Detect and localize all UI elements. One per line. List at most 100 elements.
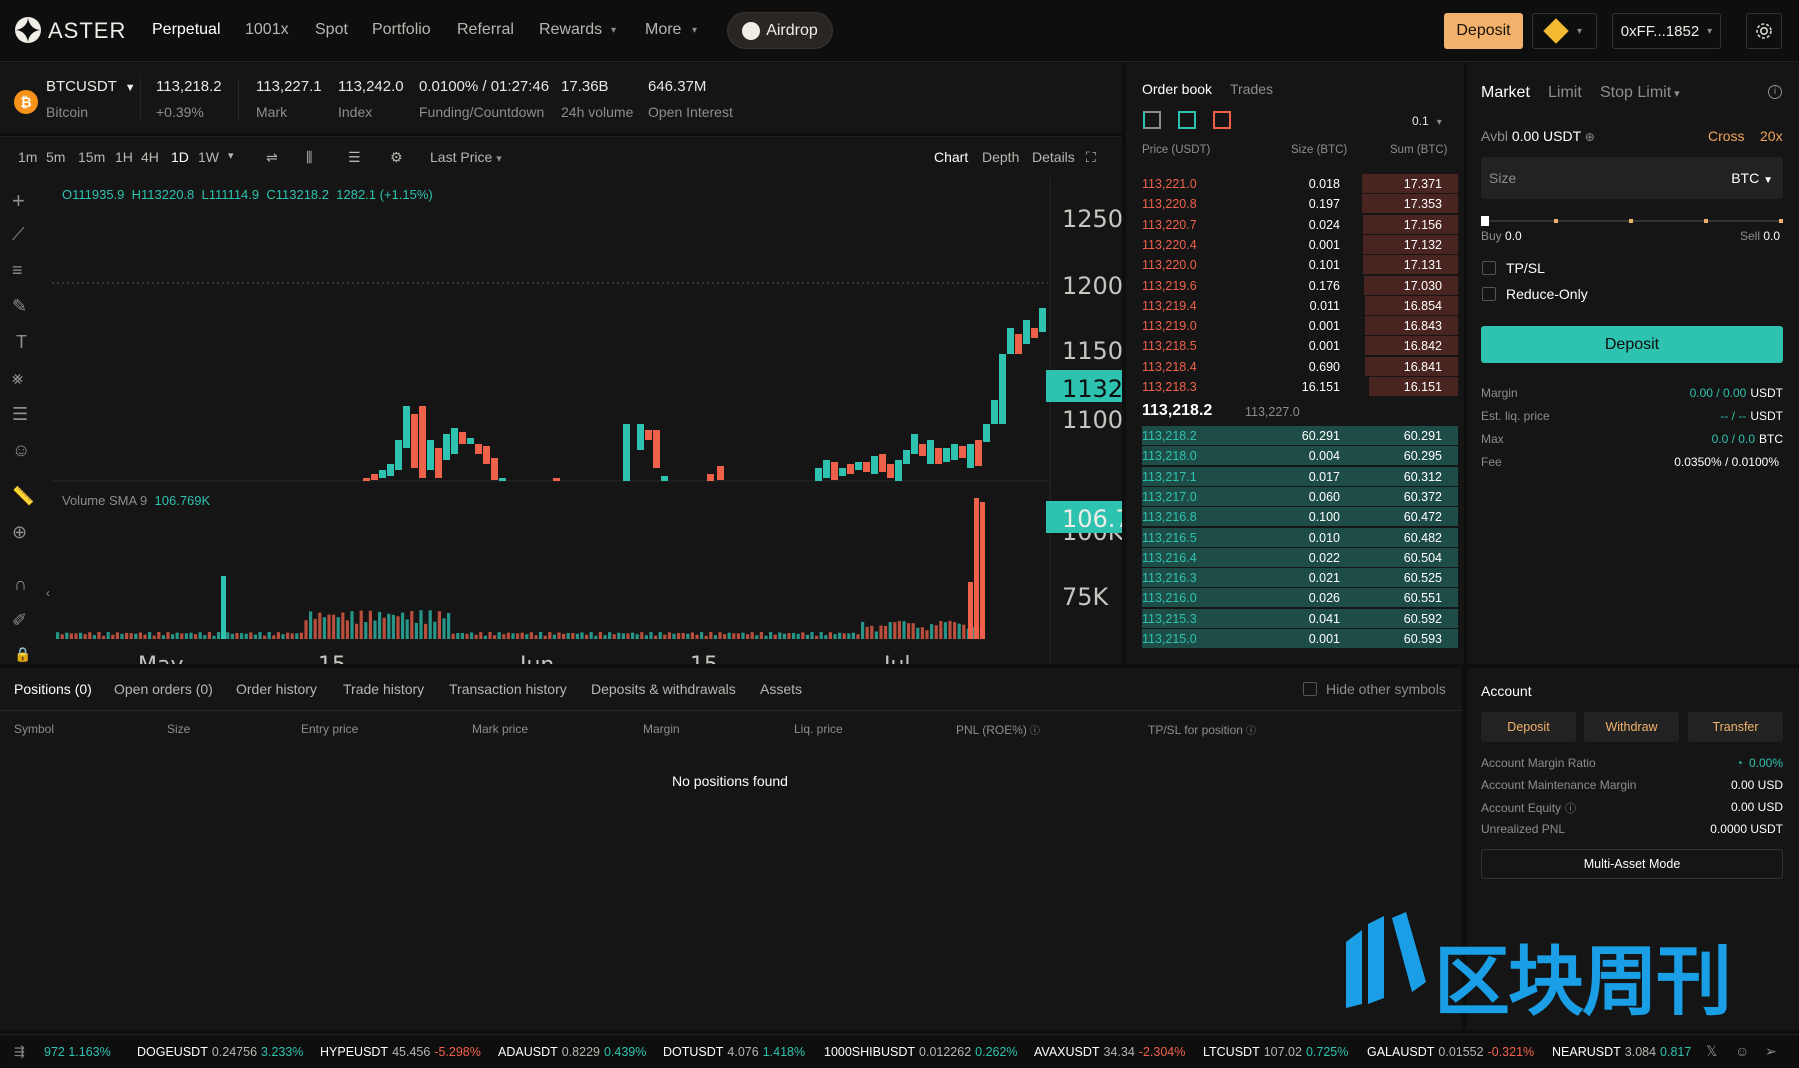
add-funds-icon[interactable]: ⊕ bbox=[1585, 130, 1595, 144]
symbol-selector[interactable]: BTCUSDT ▼ bbox=[46, 78, 136, 95]
chart-settings-icon[interactable]: ⚙ bbox=[390, 149, 403, 166]
view-chart[interactable]: Chart bbox=[934, 149, 968, 165]
account-withdraw-button[interactable]: Withdraw bbox=[1584, 712, 1679, 742]
ask-row[interactable]: 113,220.8 0.197 17.353 bbox=[1142, 194, 1458, 214]
bid-row[interactable]: 113,215.3 0.041 60.592 bbox=[1142, 608, 1458, 629]
crosshair-icon[interactable]: + bbox=[12, 188, 25, 214]
margin-mode-button[interactable]: Cross bbox=[1708, 128, 1745, 144]
bid-row[interactable]: 113,216.0 0.026 60.551 bbox=[1142, 588, 1458, 608]
layout-bids-icon[interactable] bbox=[1178, 111, 1196, 129]
tab-limit[interactable]: Limit bbox=[1548, 84, 1582, 102]
bid-row[interactable]: 113,216.8 0.100 60.472 bbox=[1142, 507, 1458, 527]
tab-stop-limit[interactable]: Stop Limit ▾ bbox=[1600, 84, 1680, 102]
discord-icon[interactable]: ☺ bbox=[1735, 1043, 1749, 1059]
deposit-nav-button[interactable]: Deposit bbox=[1444, 13, 1523, 49]
multi-asset-mode-button[interactable]: Multi-Asset Mode bbox=[1481, 849, 1783, 879]
ask-row[interactable]: 113,219.0 0.001 16.843 bbox=[1142, 316, 1458, 336]
timeframe-5m[interactable]: 5m bbox=[46, 149, 65, 165]
bid-row[interactable]: 113,216.5 0.010 60.482 bbox=[1142, 527, 1458, 548]
footer-ticker[interactable]: ADAUSDT 0.8229 0.439% bbox=[498, 1045, 646, 1059]
footer-ticker[interactable]: AVAXUSDT 34.34 -2.304% bbox=[1034, 1045, 1185, 1059]
footer-ticker[interactable]: GALAUSDT 0.01552 -0.321% bbox=[1367, 1045, 1534, 1059]
ask-row[interactable]: 113,219.4 0.011 16.854 bbox=[1142, 295, 1458, 316]
timeframe-1w[interactable]: 1W bbox=[198, 149, 219, 165]
trendline-icon[interactable]: ⟋ bbox=[12, 224, 25, 245]
bid-row[interactable]: 113,216.3 0.021 60.525 bbox=[1142, 568, 1458, 588]
hide-other-checkbox[interactable] bbox=[1303, 682, 1317, 696]
ask-row[interactable]: 113,219.6 0.176 17.030 bbox=[1142, 275, 1458, 296]
info-icon[interactable]: ⓘ bbox=[1246, 726, 1256, 737]
smile-icon[interactable]: ☺ bbox=[12, 440, 30, 461]
ask-row[interactable]: 113,220.0 0.101 17.131 bbox=[1142, 255, 1458, 275]
layout-asks-icon[interactable] bbox=[1213, 111, 1231, 129]
nav-rewards[interactable]: Rewards bbox=[539, 21, 602, 39]
bid-row[interactable]: 113,216.4 0.022 60.504 bbox=[1142, 547, 1458, 568]
chevron-down-icon[interactable]: ▾ bbox=[228, 149, 234, 162]
ask-row[interactable]: 113,220.7 0.024 17.156 bbox=[1142, 214, 1458, 235]
timeframe-4h[interactable]: 4H bbox=[141, 149, 159, 165]
wallet-button[interactable]: 0xFF...1852 ▾ bbox=[1612, 13, 1721, 49]
timeframe-1h[interactable]: 1H bbox=[115, 149, 133, 165]
zoom-icon[interactable]: ⊕ bbox=[12, 522, 27, 543]
timeframe-1m[interactable]: 1m bbox=[18, 149, 37, 165]
chain-selector[interactable]: ▾ bbox=[1532, 13, 1597, 49]
tab-trades[interactable]: Trades bbox=[1230, 81, 1273, 97]
ask-row[interactable]: 113,218.5 0.001 16.842 bbox=[1142, 336, 1458, 356]
pattern-icon[interactable]: ⨳ bbox=[12, 368, 23, 389]
size-input[interactable]: Size BTC ▼ bbox=[1481, 157, 1783, 199]
footer-ticker[interactable]: LTCUSDT 107.02 0.725% bbox=[1203, 1045, 1348, 1059]
positions-tab[interactable]: Open orders (0) bbox=[114, 681, 213, 697]
lock-drawing-icon[interactable]: ✐ bbox=[12, 610, 27, 631]
list-icon[interactable]: ☰ bbox=[348, 149, 361, 166]
timeframe-1d[interactable]: 1D bbox=[171, 149, 189, 165]
telegram-icon[interactable]: ➢ bbox=[1765, 1043, 1777, 1060]
positions-tab[interactable]: Trade history bbox=[343, 681, 424, 697]
account-deposit-button[interactable]: Deposit bbox=[1481, 712, 1576, 742]
indicator-icon[interactable]: ⇌ bbox=[266, 149, 278, 166]
price-type-selector[interactable]: Last Price ▾ bbox=[430, 149, 502, 165]
account-transfer-button[interactable]: Transfer bbox=[1688, 712, 1783, 742]
footer-ticker[interactable]: NEARUSDT 3.084 0.817 bbox=[1552, 1045, 1691, 1059]
precision-selector[interactable]: 0.1 ▾ bbox=[1412, 114, 1442, 128]
text-icon[interactable]: T bbox=[16, 332, 27, 353]
footer-ticker[interactable]: DOGEUSDT 0.24756 3.233% bbox=[137, 1045, 303, 1059]
signal-icon[interactable]: ⇶ bbox=[14, 1044, 25, 1060]
brush-icon[interactable]: ✎ bbox=[12, 296, 27, 317]
fib-icon[interactable]: ☰ bbox=[12, 404, 28, 425]
size-slider[interactable] bbox=[1481, 216, 1783, 226]
deposit-form-button[interactable]: Deposit bbox=[1481, 326, 1783, 363]
reduce-only-checkbox[interactable] bbox=[1482, 287, 1496, 301]
tab-order-book[interactable]: Order book bbox=[1142, 81, 1212, 97]
bid-row[interactable]: 113,217.0 0.060 60.372 bbox=[1142, 486, 1458, 507]
ask-row[interactable]: 113,218.4 0.690 16.841 bbox=[1142, 356, 1458, 377]
bid-row[interactable]: 113,218.2 60.291 60.291 bbox=[1142, 426, 1458, 446]
positions-tab[interactable]: Order history bbox=[236, 681, 317, 697]
positions-tab[interactable]: Deposits & withdrawals bbox=[591, 681, 736, 697]
nav-spot[interactable]: Spot bbox=[315, 21, 348, 39]
nav-referral[interactable]: Referral bbox=[457, 21, 514, 39]
positions-tab[interactable]: Transaction history bbox=[449, 681, 567, 697]
tpsl-checkbox[interactable] bbox=[1482, 261, 1496, 275]
aster-logo[interactable] bbox=[14, 16, 42, 44]
footer-ticker[interactable]: 972 1.163% bbox=[44, 1045, 111, 1059]
airdrop-button[interactable]: Airdrop bbox=[727, 12, 833, 49]
view-depth[interactable]: Depth bbox=[982, 149, 1019, 165]
footer-ticker[interactable]: DOTUSDT 4.076 1.418% bbox=[663, 1045, 805, 1059]
nav-perpetual[interactable]: Perpetual bbox=[152, 21, 221, 39]
nav-more[interactable]: More bbox=[645, 21, 681, 39]
tab-market[interactable]: Market bbox=[1481, 84, 1530, 102]
candle-type-icon[interactable]: ⫼ bbox=[306, 149, 312, 166]
nav-1001x[interactable]: 1001x bbox=[245, 21, 289, 39]
ask-row[interactable]: 113,218.3 16.151 16.151 bbox=[1142, 377, 1458, 397]
settings-button[interactable] bbox=[1746, 13, 1782, 49]
layout-both-icon[interactable] bbox=[1143, 111, 1161, 129]
leverage-button[interactable]: 20x bbox=[1760, 128, 1783, 144]
timeframe-15m[interactable]: 15m bbox=[78, 149, 105, 165]
magnet-icon[interactable]: ∩ bbox=[14, 574, 27, 595]
bid-row[interactable]: 113,218.0 0.004 60.295 bbox=[1142, 446, 1458, 466]
ask-row[interactable]: 113,221.0 0.018 17.371 bbox=[1142, 174, 1458, 194]
lock-icon[interactable]: 🔒 bbox=[14, 646, 31, 663]
collapse-toolbar-icon[interactable]: ‹ bbox=[46, 586, 50, 600]
footer-ticker[interactable]: 1000SHIBUSDT 0.012262 0.262% bbox=[824, 1045, 1018, 1059]
footer-ticker[interactable]: HYPEUSDT 45.456 -5.298% bbox=[320, 1045, 481, 1059]
